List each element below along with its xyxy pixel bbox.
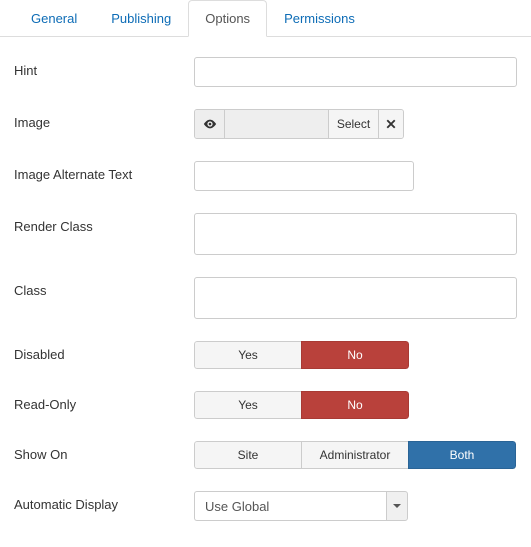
show-on-administrator-option[interactable]: Administrator bbox=[301, 441, 409, 469]
label-image: Image bbox=[14, 109, 194, 130]
hint-input[interactable] bbox=[194, 57, 517, 87]
label-read-only: Read-Only bbox=[14, 391, 194, 412]
eye-icon bbox=[203, 117, 217, 131]
show-on-site-option[interactable]: Site bbox=[194, 441, 302, 469]
row-hint: Hint bbox=[14, 57, 517, 87]
class-input[interactable] bbox=[194, 277, 517, 319]
auto-display-select[interactable]: Use Global bbox=[194, 491, 408, 521]
row-render-class: Render Class bbox=[14, 213, 517, 255]
label-hint: Hint bbox=[14, 57, 194, 78]
tab-permissions[interactable]: Permissions bbox=[267, 0, 372, 37]
auto-display-value: Use Global bbox=[194, 491, 386, 521]
image-path-display bbox=[225, 110, 329, 138]
row-disabled: Disabled Yes No bbox=[14, 341, 517, 369]
row-image-alt: Image Alternate Text bbox=[14, 161, 517, 191]
label-auto-display: Automatic Display bbox=[14, 491, 194, 512]
tab-options[interactable]: Options bbox=[188, 0, 267, 37]
preview-image-button[interactable] bbox=[195, 110, 225, 138]
image-alt-input[interactable] bbox=[194, 161, 414, 191]
row-read-only: Read-Only Yes No bbox=[14, 391, 517, 419]
clear-image-button[interactable] bbox=[379, 110, 403, 138]
label-disabled: Disabled bbox=[14, 341, 194, 362]
options-form: Hint Image Select Image Alternate Text bbox=[0, 37, 531, 547]
row-show-on: Show On Site Administrator Both bbox=[14, 441, 517, 469]
disabled-yes-option[interactable]: Yes bbox=[194, 341, 302, 369]
row-auto-display: Automatic Display Use Global bbox=[14, 491, 517, 521]
read-only-no-option[interactable]: No bbox=[301, 391, 409, 419]
disabled-no-option[interactable]: No bbox=[301, 341, 409, 369]
read-only-yes-option[interactable]: Yes bbox=[194, 391, 302, 419]
read-only-toggle: Yes No bbox=[194, 391, 409, 419]
render-class-input[interactable] bbox=[194, 213, 517, 255]
close-icon bbox=[385, 118, 397, 130]
label-image-alt: Image Alternate Text bbox=[14, 161, 194, 182]
chevron-down-icon bbox=[393, 504, 401, 508]
select-image-button[interactable]: Select bbox=[329, 110, 379, 138]
image-picker: Select bbox=[194, 109, 404, 139]
tab-publishing[interactable]: Publishing bbox=[94, 0, 188, 37]
row-class: Class bbox=[14, 277, 517, 319]
row-image: Image Select bbox=[14, 109, 517, 139]
tabs-bar: General Publishing Options Permissions bbox=[0, 0, 531, 37]
label-render-class: Render Class bbox=[14, 213, 194, 234]
tab-general[interactable]: General bbox=[14, 0, 94, 37]
label-show-on: Show On bbox=[14, 441, 194, 462]
show-on-both-option[interactable]: Both bbox=[408, 441, 516, 469]
auto-display-caret[interactable] bbox=[386, 491, 408, 521]
disabled-toggle: Yes No bbox=[194, 341, 409, 369]
label-class: Class bbox=[14, 277, 194, 298]
show-on-toggle: Site Administrator Both bbox=[194, 441, 516, 469]
